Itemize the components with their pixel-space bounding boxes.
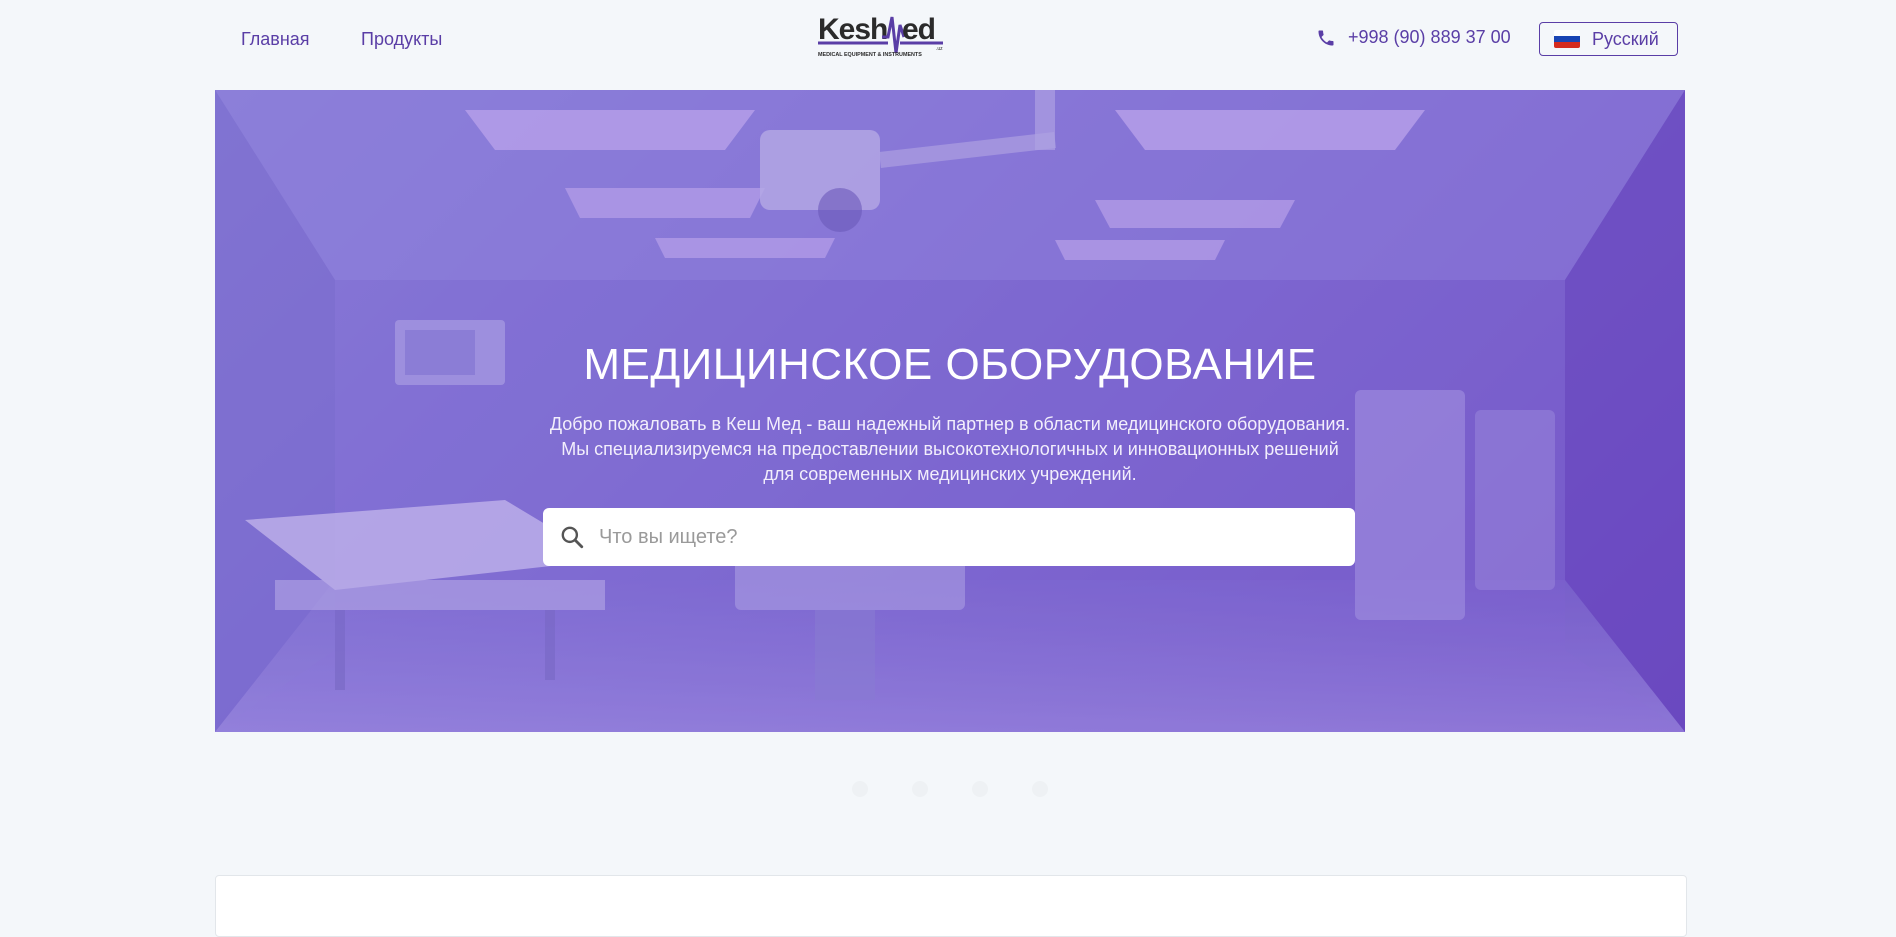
russia-flag-icon [1554, 30, 1580, 48]
svg-text:MEDICAL EQUIPMENT & INSTRUMENT: MEDICAL EQUIPMENT & INSTRUMENTS [818, 52, 922, 58]
language-selector[interactable]: Русский [1539, 22, 1678, 56]
carousel-indicators [852, 781, 1048, 797]
phone-number: +998 (90) 889 37 00 [1348, 27, 1511, 47]
search-bar [543, 508, 1355, 566]
content-card [215, 875, 1687, 937]
language-label: Русский [1592, 28, 1659, 49]
keshmed-logo[interactable]: Kesh ed .uz MEDICAL EQUIPMENT & INSTRUME… [816, 5, 948, 65]
operating-room-image [215, 90, 1685, 732]
search-icon[interactable] [559, 524, 585, 550]
svg-text:ed: ed [902, 13, 935, 46]
phone-contact[interactable]: +998 (90) 889 37 00 [1316, 27, 1511, 48]
hero-text-line: Мы специализируемся на предоставлении вы… [561, 439, 1339, 459]
hero-title: МЕДИЦИНСКОЕ ОБОРУДОВАНИЕ [583, 340, 1317, 389]
search-input[interactable] [597, 524, 1321, 550]
carousel-dot[interactable] [972, 781, 988, 797]
svg-text:.uz: .uz [936, 46, 943, 52]
site-header: Главная Продукты Kesh ed .uz MEDICAL EQU… [0, 0, 1896, 80]
phone-icon [1318, 30, 1334, 45]
hero-text-line: для современных медицинских учреждений. [763, 464, 1137, 484]
nav-products-link[interactable]: Продукты [361, 29, 442, 50]
svg-text:Kesh: Kesh [818, 13, 887, 46]
carousel-dot[interactable] [852, 781, 868, 797]
carousel-dot[interactable] [1032, 781, 1048, 797]
hero-banner: МЕДИЦИНСКОЕ ОБОРУДОВАНИЕ Добро пожаловат… [215, 90, 1685, 732]
hero-description: Добро пожаловать в Кеш Мед - ваш надежны… [515, 412, 1385, 487]
nav-home-link[interactable]: Главная [241, 29, 310, 50]
hero-text-line: Добро пожаловать в Кеш Мед - ваш надежны… [549, 414, 1351, 434]
carousel-dot[interactable] [912, 781, 928, 797]
